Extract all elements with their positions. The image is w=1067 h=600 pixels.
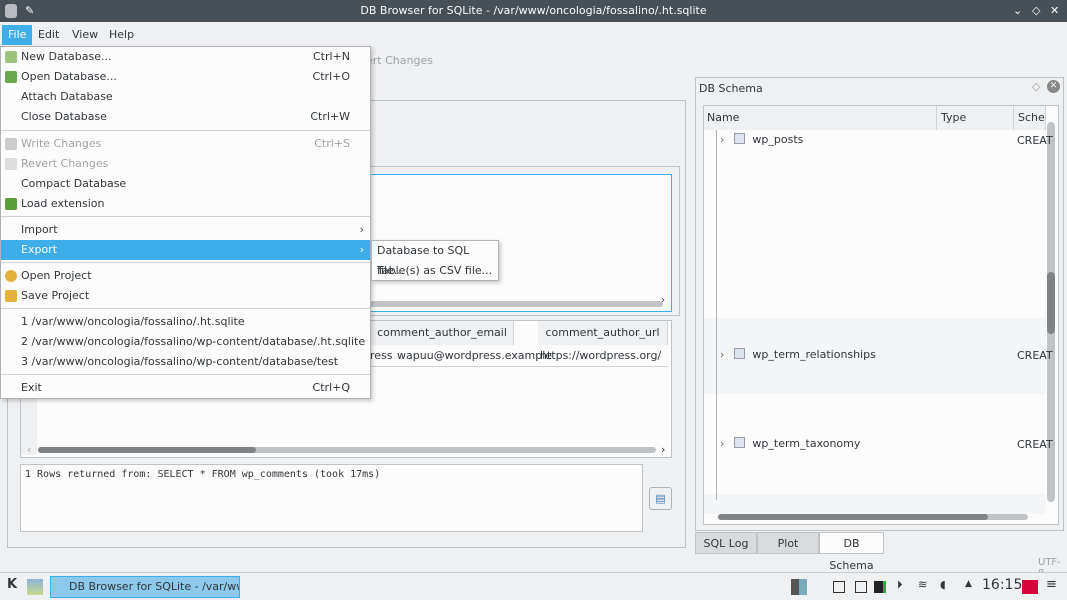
column-header[interactable]: comment_author_email [371,321,514,345]
menu-item-write-changes[interactable]: Write Changes Ctrl+S [1,134,370,154]
menu-item-open-project[interactable]: Open Project [1,266,370,286]
app-icon [5,4,17,18]
media-icon[interactable]: ⏵ [897,578,903,592]
expand-icon[interactable]: › [720,133,724,146]
menu-view[interactable]: View [66,25,104,45]
cell[interactable]: ress [370,349,393,362]
tab-db-schema[interactable]: DB Schema [819,532,884,572]
message-box: 1 Rows returned from: SELECT * FROM wp_c… [20,464,643,532]
save-project-icon [5,290,17,302]
maximize-icon[interactable]: ◇ [1032,0,1040,22]
minimize-icon[interactable]: ⌄ [1013,0,1022,22]
menu-item-new-database[interactable]: New Database... Ctrl+N [1,47,370,67]
revert-changes-button[interactable]: ert Changes [366,54,433,67]
schema-text: CREAT [1017,134,1053,147]
table-name: wp_term_relationships [752,348,876,361]
horizontal-scrollbar[interactable] [718,514,1028,520]
cell[interactable]: wapuu@wordpress.example [397,349,552,362]
close-icon[interactable]: ✕ [1050,0,1059,22]
tree-item-wp-term-taxonomy[interactable]: › wp_term_taxonomy [720,434,860,454]
desktop-pager-icon[interactable] [27,579,43,595]
tab-plot[interactable]: Plot [757,532,819,554]
query-result-message: 1 Rows returned from: SELECT * FROM wp_c… [25,469,381,480]
table-row[interactable]: ress wapuu@wordpress.example https://wor… [370,345,668,367]
menu-item-attach-database[interactable]: Attach Database [1,87,370,107]
export-csv-file[interactable]: Table(s) as CSV file... [372,261,498,281]
table-icon [733,437,745,448]
table-name: wp_posts [752,133,804,146]
results-scrollbar[interactable] [38,447,656,453]
schema-text: CREAT [1017,438,1053,451]
menu-item-compact-database[interactable]: Compact Database [1,174,370,194]
cell[interactable]: https://wordpress.org/ [540,349,661,362]
new-database-icon [5,51,17,63]
table-icon [733,133,745,144]
menu-icon[interactable]: ≡ [1046,577,1057,592]
menu-item-load-extension[interactable]: Load extension [1,194,370,214]
menu-bar: File Edit View Help [0,22,1067,46]
clipboard-icon[interactable] [833,581,845,593]
menu-help[interactable]: Help [103,25,140,45]
schema-text: CREAT [1017,349,1053,362]
close-dock-icon[interactable]: ✕ [1047,80,1060,93]
tree-item-wp-posts[interactable]: › wp_posts [720,130,803,150]
folder-icon[interactable] [1022,580,1038,594]
menu-file[interactable]: File [2,25,33,45]
taskbar: K DB Browser for SQLite - /var/www/ ⏵ ≋ … [0,572,1067,600]
volume-icon[interactable]: ◖ [940,578,946,591]
file-menu: New Database... Ctrl+N Open Database... Ct… [0,46,371,399]
tree-item-wp-term-relationships[interactable]: › wp_term_relationships [720,345,876,365]
recent-file-2[interactable]: 2 /var/www/oncologia/fossalino/wp-conten… [1,332,370,352]
float-icon[interactable]: ◇ [1032,80,1040,93]
save-results-button[interactable]: ▤ [649,487,672,510]
editor-scrollbar[interactable] [367,301,663,307]
column-header-schema[interactable]: Scher [1014,106,1046,130]
clock[interactable]: 16:15 [982,577,1022,593]
recent-file-1[interactable]: 1 /var/www/oncologia/fossalino/.ht.sqlit… [1,312,370,332]
expand-icon[interactable]: › [720,348,724,361]
activity-icon[interactable] [791,579,807,595]
column-header[interactable]: comment_author_url [538,321,668,345]
column-header-type[interactable]: Type [937,106,1014,130]
pin-icon[interactable]: ✎ [25,0,34,22]
recent-file-3[interactable]: 3 /var/www/oncologia/fossalino/wp-conten… [1,352,370,372]
write-changes-icon [5,138,17,150]
expand-icon[interactable]: › [720,437,724,450]
open-database-icon [5,71,17,83]
title-bar: ✎ DB Browser for SQLite - /var/www/oncol… [0,0,1067,22]
export-submenu: Database to SQL file... Table(s) as CSV … [371,240,499,281]
kde-launcher-icon[interactable]: K [7,577,17,592]
scroll-left-icon[interactable]: ‹ [27,443,31,456]
column-header-name[interactable]: Name [704,106,937,130]
menu-item-open-database[interactable]: Open Database... Ctrl+O [1,67,370,87]
puzzle-icon [5,198,17,210]
menu-edit[interactable]: Edit [32,25,65,45]
menu-item-close-database[interactable]: Close Database Ctrl+W [1,107,370,127]
menu-item-exit[interactable]: Exit Ctrl+Q [1,378,370,398]
table-name: wp_term_taxonomy [752,437,861,450]
menu-item-import[interactable]: Import › [1,220,370,240]
schema-tree[interactable]: Name Type Scher [703,105,1059,525]
dock-title: DB Schema [699,82,763,95]
display-icon[interactable] [855,581,867,593]
menu-item-export[interactable]: Export › [1,240,370,260]
window-title: DB Browser for SQLite - /var/www/oncolog… [360,4,707,17]
wifi-icon[interactable]: ≋ [918,578,927,591]
open-project-icon [5,270,17,282]
scroll-right-icon[interactable]: › [661,295,665,306]
export-sql-file[interactable]: Database to SQL file... [372,241,498,277]
revert-changes-icon [5,158,17,170]
menu-item-revert-changes[interactable]: Revert Changes [1,154,370,174]
scroll-right-icon[interactable]: › [661,443,665,456]
submenu-arrow-icon: › [359,223,364,236]
tab-sql-log[interactable]: SQL Log [695,532,757,554]
table-icon [733,348,745,359]
expand-tray-icon[interactable]: ▲ [965,579,972,589]
submenu-arrow-icon: › [359,243,364,256]
menu-item-save-project[interactable]: Save Project [1,286,370,306]
taskbar-task-db-browser[interactable]: DB Browser for SQLite - /var/www/ [50,576,240,598]
battery-icon[interactable] [874,581,886,593]
